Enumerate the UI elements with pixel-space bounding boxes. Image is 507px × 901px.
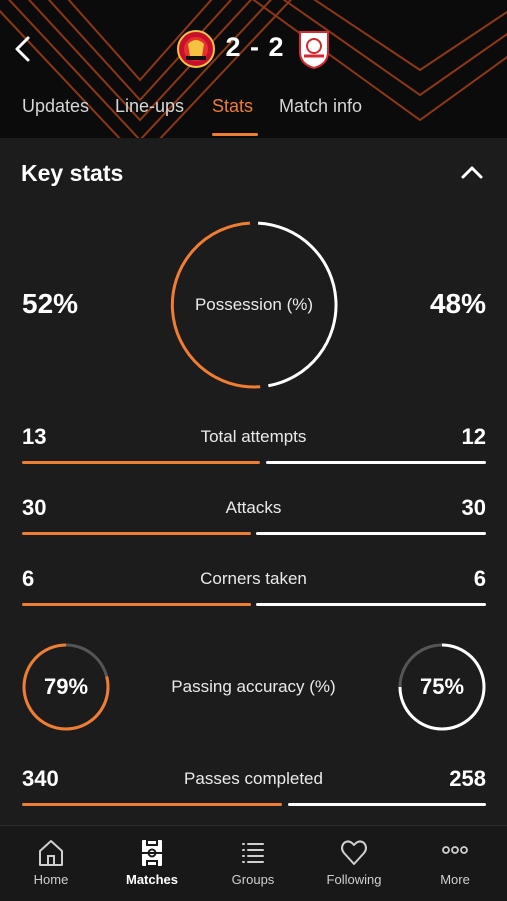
collapse-button[interactable] [458,160,486,184]
pitch-icon [142,839,162,867]
heart-icon [341,840,367,865]
score-row: 2 - 2 [0,28,507,70]
corners-away-bar [256,603,486,606]
more-icon [442,846,468,854]
possession-label: Possession (%) [194,295,314,314]
nav-matches[interactable]: Matches [102,826,202,901]
total-attempts-away-bar [266,461,486,464]
stat-row-attacks: 30 Attacks 30 [0,495,507,555]
possession-home-value: 52% [22,288,79,319]
tab-line-ups[interactable]: Line-ups [115,96,184,117]
stats-content[interactable]: Key stats 52% 48% Possession (%) 13 Tota… [0,138,507,825]
nav-more-label: More [440,872,470,887]
total-attempts-away: 12 [461,424,486,449]
tab-updates[interactable]: Updates [22,96,89,117]
sevilla-crest [294,28,334,70]
stat-row-corners-taken: 6 Corners taken 6 [0,566,507,626]
nav-home[interactable]: Home [1,826,101,901]
nav-groups[interactable]: Groups [203,826,303,901]
nav-home-label: Home [33,872,69,887]
nav-groups-label: Groups [231,872,275,887]
stat-row-total-attempts: 13 Total attempts 12 [0,424,507,484]
total-attempts-label: Total attempts [200,427,307,446]
corners-home-bar [22,603,251,606]
attacks-label: Attacks [225,498,282,517]
stat-row-passes-completed: 340 Passes completed 258 [0,766,507,826]
attacks-away-bar [256,532,486,535]
attacks-home-bar [22,532,251,535]
nav-more[interactable]: More [405,826,505,901]
match-tabs: Updates Line-ups Stats Match info [0,96,507,138]
passing-accuracy-away-value: 75% [419,674,465,699]
manchester-united-crest [176,28,216,70]
active-tab-indicator [212,133,258,136]
attacks-away: 30 [461,495,486,520]
passes-completed-label: Passes completed [184,769,323,788]
passes-completed-home-bar [22,803,282,806]
possession-donut: Possession (%) [170,221,338,389]
total-attempts-home-bar [22,461,260,464]
corners-away: 6 [473,566,486,591]
corners-label: Corners taken [200,569,307,588]
tab-match-info[interactable]: Match info [279,96,362,117]
passes-completed-away-bar [288,803,486,806]
nav-matches-label: Matches [125,872,179,887]
list-icon [242,843,264,863]
possession-away-value: 48% [429,288,486,319]
chevron-up-icon [461,166,483,179]
tab-stats[interactable]: Stats [212,96,253,117]
passes-completed-away: 258 [449,766,486,791]
passing-accuracy-away-donut: 75% [397,642,487,732]
match-score: 2 - 2 [225,32,285,62]
nav-following-label: Following [326,872,382,887]
section-title: Key stats [21,160,124,186]
home-icon [39,840,63,866]
match-header: 2 - 2 Updates Line-ups Stats Match info [0,0,507,138]
bottom-navigation: Home Matches Groups Following More [0,825,507,901]
nav-following[interactable]: Following [304,826,404,901]
key-stats-header[interactable]: Key stats [0,138,507,208]
